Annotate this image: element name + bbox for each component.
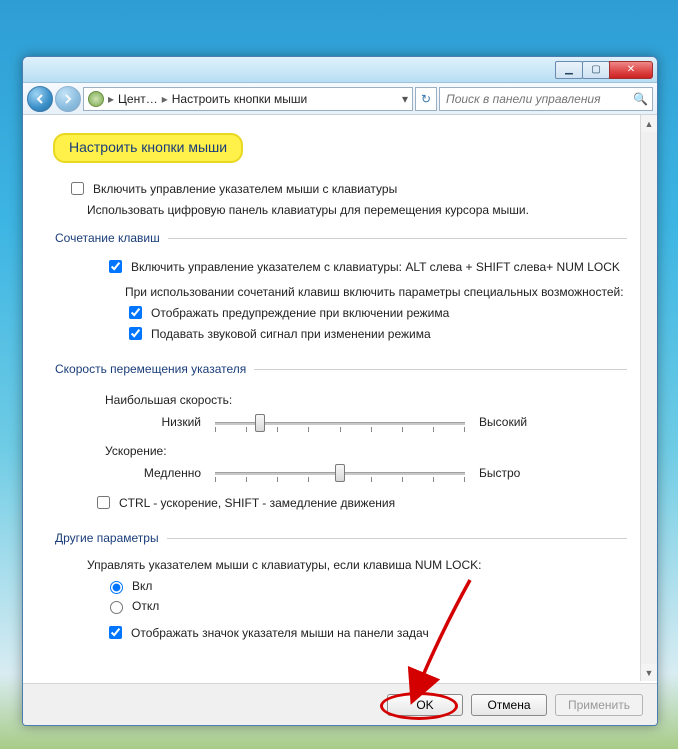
enable-mouse-keys-desc: Использовать цифровую панель клавиатуры … <box>87 202 627 219</box>
scroll-up-icon[interactable]: ▲ <box>641 115 657 132</box>
tray-label: Отображать значок указателя мыши на пане… <box>131 625 429 642</box>
shortcut-group: Сочетание клавиш Включить управление ука… <box>53 230 627 351</box>
ctrl-shift-checkbox[interactable] <box>97 496 110 509</box>
titlebar: ▁ ▢ ✕ <box>23 57 657 83</box>
back-button[interactable] <box>27 86 53 112</box>
apply-button[interactable]: Применить <box>555 694 643 716</box>
window-buttons: ▁ ▢ ✕ <box>556 61 653 79</box>
warn-checkbox[interactable] <box>129 306 142 319</box>
speed-legend: Скорость перемещения указателя <box>53 361 254 378</box>
speed-low-label: Низкий <box>129 414 201 431</box>
search-icon[interactable]: 🔍 <box>633 92 648 106</box>
speed-thumb[interactable] <box>255 414 265 432</box>
speed-slider[interactable] <box>215 413 465 433</box>
arrow-left-icon <box>34 93 46 105</box>
refresh-button[interactable]: ↻ <box>415 87 437 111</box>
search-box[interactable]: 🔍 <box>439 87 653 111</box>
slider-ticks <box>215 427 465 432</box>
breadcrumb[interactable]: ▸ Цент… ▸ Настроить кнопки мыши ▾ <box>83 87 413 111</box>
other-legend: Другие параметры <box>53 530 167 547</box>
close-button[interactable]: ✕ <box>609 61 653 79</box>
slider-track <box>215 422 465 425</box>
search-input[interactable] <box>444 91 633 107</box>
shortcut-on-use-label: При использовании сочетаний клавиш включ… <box>125 284 627 301</box>
maximize-button[interactable]: ▢ <box>582 61 610 79</box>
tray-checkbox[interactable] <box>109 626 122 639</box>
accel-slow-label: Медленно <box>129 465 201 482</box>
forward-button[interactable] <box>55 86 81 112</box>
chevron-right-icon: ▸ <box>108 92 114 106</box>
accel-label: Ускорение: <box>105 443 627 460</box>
enable-mouse-keys-checkbox[interactable] <box>71 182 84 195</box>
ctrl-shift-label: CTRL - ускорение, SHIFT - замедление дви… <box>119 495 395 512</box>
sound-label: Подавать звуковой сигнал при изменении р… <box>151 326 431 343</box>
refresh-icon: ↻ <box>421 92 431 106</box>
numlock-off-label: Откл <box>132 598 159 615</box>
numlock-on-label: Вкл <box>132 578 152 595</box>
vertical-scrollbar[interactable]: ▲ ▼ <box>640 115 657 681</box>
numlock-on-radio[interactable] <box>110 581 123 594</box>
cancel-button[interactable]: Отмена <box>471 694 547 716</box>
enable-mouse-keys-label: Включить управление указателем мыши с кл… <box>93 181 397 198</box>
content-area: Настроить кнопки мыши Включить управлени… <box>23 115 657 683</box>
max-speed-label: Наибольшая скорость: <box>105 392 627 409</box>
button-bar: OK Отмена Применить <box>23 683 657 725</box>
ok-button[interactable]: OK <box>387 694 463 716</box>
numlock-off-radio[interactable] <box>110 601 123 614</box>
accel-slider[interactable] <box>215 463 465 483</box>
shortcut-enable-checkbox[interactable] <box>109 260 122 273</box>
warn-label: Отображать предупреждение при включении … <box>151 305 449 322</box>
accel-thumb[interactable] <box>335 464 345 482</box>
speed-group: Скорость перемещения указателя Наибольша… <box>53 361 627 520</box>
breadcrumb-current[interactable]: Настроить кнопки мыши <box>172 92 308 106</box>
control-panel-window: ▁ ▢ ✕ ▸ Цент… ▸ Настроить кнопки мыши ▾ … <box>22 56 658 726</box>
control-panel-icon <box>88 91 104 107</box>
arrow-right-icon <box>62 93 74 105</box>
speed-high-label: Высокий <box>479 414 549 431</box>
breadcrumb-root[interactable]: Цент… <box>118 92 158 106</box>
minimize-button[interactable]: ▁ <box>555 61 583 79</box>
other-group: Другие параметры Управлять указателем мы… <box>53 530 627 649</box>
shortcut-enable-label: Включить управление указателем с клавиат… <box>131 259 620 276</box>
address-bar: ▸ Цент… ▸ Настроить кнопки мыши ▾ ↻ 🔍 <box>23 83 657 115</box>
chevron-right-icon: ▸ <box>162 92 168 106</box>
accel-fast-label: Быстро <box>479 465 549 482</box>
numlock-label: Управлять указателем мыши с клавиатуры, … <box>87 557 627 574</box>
page-title: Настроить кнопки мыши <box>53 133 243 163</box>
scroll-down-icon[interactable]: ▼ <box>641 664 657 681</box>
dropdown-icon[interactable]: ▾ <box>402 92 408 106</box>
sound-checkbox[interactable] <box>129 327 142 340</box>
shortcut-legend: Сочетание клавиш <box>53 230 168 247</box>
